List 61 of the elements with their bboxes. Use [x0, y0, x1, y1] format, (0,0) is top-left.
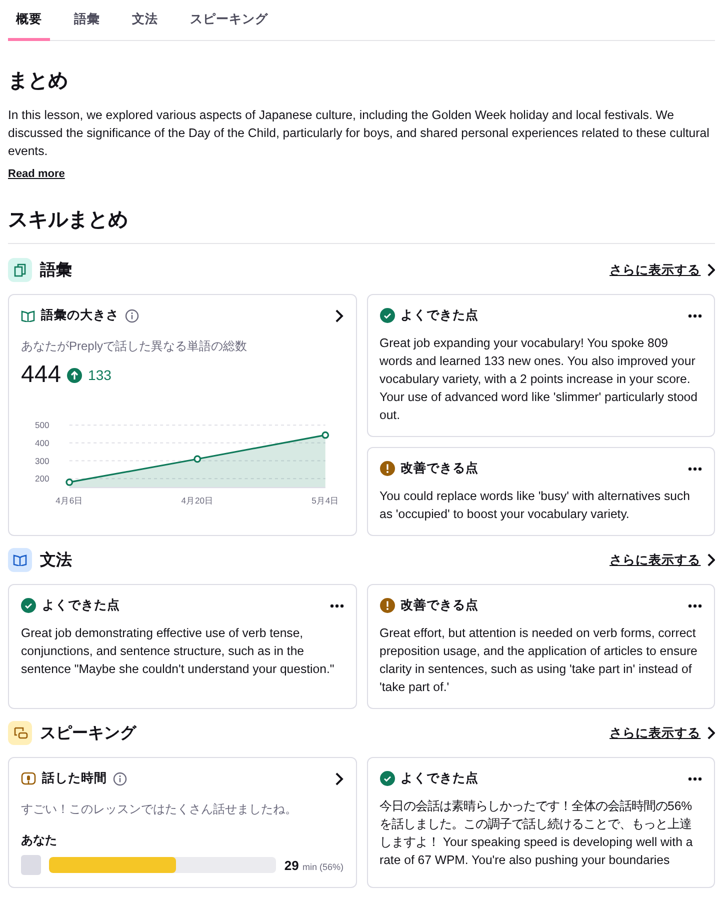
axis-label: 500 [34, 420, 50, 430]
section-title: まとめ [8, 69, 69, 94]
card-title: 改善できる点 [400, 461, 478, 475]
skill-title: スピーキング [40, 724, 136, 744]
feedback-text: 今日の会話は素晴らしかったです！全体の会話時間の56%を話しました。この調子で話し続けることで、もっと上達しますよ！ Your speaking speed is developing well with a rate of 67 WPM. You're also pushing your boundaries [380, 798, 694, 869]
more-icon[interactable] [688, 314, 702, 318]
feedback-text: Great job demonstrating effective use of verb tense, conjunctions, and sentence structure, such as in the sentence "Maybe she couldn't understand your question." [21, 625, 336, 678]
card-title: 改善できる点 [400, 598, 478, 612]
axis-label: 4月6日 [56, 496, 84, 506]
check-icon [380, 308, 394, 323]
info-icon[interactable] [125, 308, 139, 322]
axis-label: 400 [34, 438, 50, 448]
chevron-icon [335, 308, 344, 322]
metric-value: 444 [21, 361, 62, 389]
axis-label: 200 [34, 474, 50, 484]
book-icon [21, 310, 35, 322]
avatar [21, 855, 41, 875]
metric-delta: 133 [88, 367, 112, 383]
summary-text: In this lesson, we explored various aspects of Japanese culture, including the Golden Week holiday and local festivals. We discussed the significance of the Day of the Child, particularly for boys, and shared personal experiences related to these cultural events. [8, 107, 710, 160]
warning-icon [380, 598, 394, 613]
warning-icon [380, 461, 394, 476]
card-title: よくできた点 [400, 308, 478, 322]
speaker-label: あなた [21, 832, 58, 849]
card-title: よくできた点 [400, 771, 478, 785]
flashcards-icon [13, 263, 27, 277]
read-more-link[interactable]: Read more [8, 168, 65, 180]
more-icon[interactable] [330, 604, 344, 608]
chevron-icon [335, 772, 344, 786]
card-title: 話した時間 [42, 770, 107, 787]
info-icon[interactable] [113, 772, 127, 786]
chevron-icon [706, 263, 715, 277]
card-title: よくできた点 [42, 598, 120, 612]
tab[interactable]: 語彙 [66, 0, 108, 41]
section-title: スキルまとめ [8, 208, 129, 233]
card-subtitle: すごい！このレッスンではたくさん話せましたね。 [21, 801, 298, 818]
axis-label: 300 [34, 456, 50, 466]
chevron-button[interactable] [335, 772, 344, 786]
tab[interactable]: スピーキング [182, 0, 276, 41]
tab[interactable]: 概要 [8, 0, 50, 41]
more-icon[interactable] [688, 466, 702, 470]
card-title: 語彙の大きさ [41, 307, 119, 324]
chevron-button[interactable] [335, 308, 344, 322]
talk-time-reading: 29 min (56%) [284, 858, 344, 872]
tab[interactable]: 文法 [124, 0, 166, 41]
chevron-icon [706, 726, 715, 740]
check-icon [21, 598, 36, 613]
skill-title: 文法 [40, 550, 72, 570]
feedback-text: You could replace words like 'busy' with alternatives such as 'occupied' to boost your vocabulary variety. [380, 488, 691, 523]
skill-title: 語彙 [40, 260, 72, 280]
axis-label: 4月20日 [181, 496, 214, 506]
more-icon[interactable] [688, 776, 702, 780]
card-subtitle: あなたがPreplyで話した異なる単語の総数 [21, 338, 248, 355]
speech-icon [12, 726, 28, 740]
feedback-text: Great effort, but attention is needed on verb forms, correct preposition usage, and the application of articles to ensure clarity in sentences, such as using 'take part in' instead of 'take part of.' [380, 625, 698, 696]
microphone-icon [21, 772, 36, 786]
book-icon [13, 554, 27, 566]
chevron-icon [706, 553, 715, 567]
more-icon[interactable] [688, 604, 702, 608]
feedback-text: Great job expanding your vocabulary! You spoke 809 words and learned 133 new ones. You also improved your vocabulary variety, with a 2 points increase in your score. Your use of advanced word like 'slimmer' particularly stood out. [380, 335, 698, 424]
axis-label: 5月4日 [312, 496, 340, 506]
check-icon [380, 771, 394, 786]
